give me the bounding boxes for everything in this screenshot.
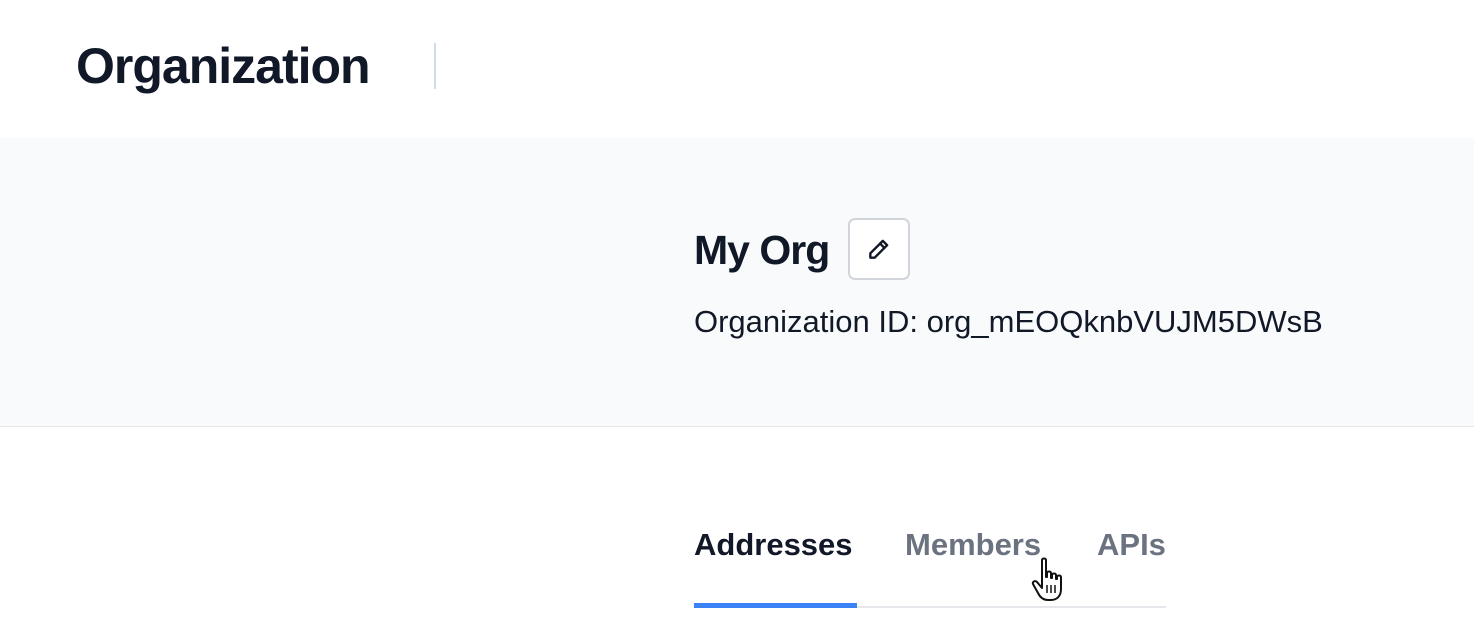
- title-divider: [434, 43, 436, 89]
- org-id: Organization ID: org_mEOQknbVUJM5DWsB: [694, 304, 1323, 339]
- tab-apis[interactable]: APIs: [1097, 527, 1166, 563]
- hand-pointer-cursor-icon: [1031, 557, 1062, 601]
- org-profile-panel: My Org Organization ID: org_mEOQknbVUJM5…: [0, 138, 1474, 427]
- active-tab-indicator: [694, 603, 857, 608]
- edit-org-name-button[interactable]: [848, 218, 910, 280]
- pencil-icon: [869, 239, 889, 259]
- org-name: My Org: [694, 227, 830, 273]
- page-header: Organization: [0, 0, 1474, 138]
- tab-addresses[interactable]: Addresses: [694, 527, 853, 563]
- page-title: Organization: [76, 38, 371, 94]
- tab-members[interactable]: Members: [905, 527, 1041, 563]
- org-tabs: Addresses Members APIs: [694, 520, 1166, 608]
